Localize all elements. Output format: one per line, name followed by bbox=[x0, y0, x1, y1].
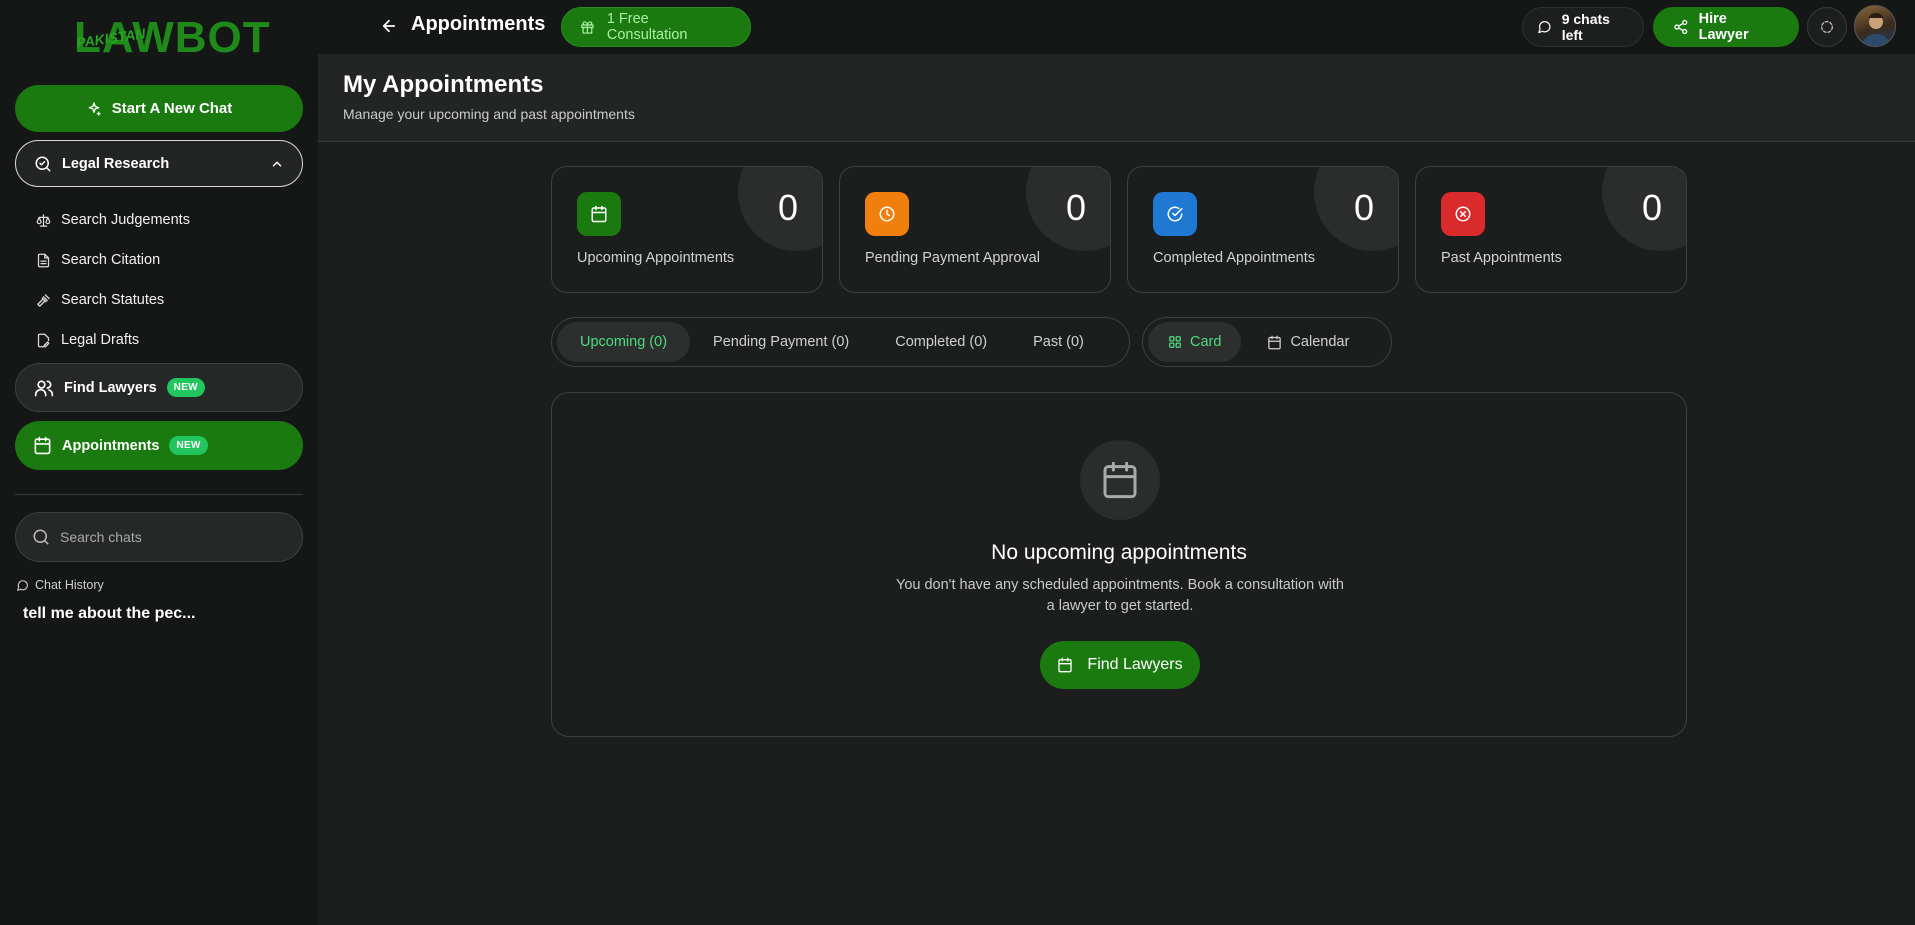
tab-completed[interactable]: Completed (0) bbox=[872, 322, 1010, 362]
clock-icon bbox=[879, 206, 895, 222]
user-avatar-icon bbox=[1861, 13, 1891, 46]
view-toggle: Card Calendar bbox=[1142, 317, 1392, 367]
sidebar-item-label: Search Citation bbox=[61, 252, 161, 268]
sidebar-item-label: Search Judgements bbox=[61, 212, 190, 228]
message-circle-icon bbox=[1538, 21, 1551, 34]
lawbot-logo[interactable]: LAWBOT PAKISTAN bbox=[74, 14, 270, 60]
stat-label: Completed Appointments bbox=[1153, 250, 1316, 266]
find-lawyers-button-label: Find Lawyers bbox=[1087, 656, 1183, 673]
sidebar-item-find-lawyers[interactable]: Find Lawyers NEW bbox=[15, 363, 303, 412]
stat-icon-box bbox=[1153, 192, 1197, 236]
stat-icon-box bbox=[865, 192, 909, 236]
calendar-icon bbox=[34, 436, 51, 455]
loader-icon bbox=[1821, 21, 1833, 33]
legal-research-submenu: Search Judgements Search Citation Search… bbox=[36, 200, 190, 360]
sidebar-item-label: Search Statutes bbox=[61, 292, 165, 308]
page-header: My Appointments Manage your upcoming and… bbox=[318, 54, 1915, 142]
legal-research-label: Legal Research bbox=[62, 155, 170, 172]
sparkle-icon bbox=[88, 101, 101, 116]
stat-card-upcoming: 0 Upcoming Appointments bbox=[551, 166, 823, 293]
new-badge: NEW bbox=[169, 436, 208, 455]
card-view-label: Card bbox=[1190, 334, 1222, 350]
calendar-view-button[interactable]: Calendar bbox=[1247, 322, 1369, 362]
stat-icon-box bbox=[1441, 192, 1485, 236]
empty-state-panel: No upcoming appointments You don't have … bbox=[551, 392, 1687, 737]
scale-icon bbox=[36, 213, 51, 227]
chat-history-item[interactable]: tell me about the pec... bbox=[23, 605, 195, 623]
find-lawyers-label: Find Lawyers bbox=[64, 379, 157, 396]
share-icon bbox=[1674, 19, 1688, 35]
message-circle-icon bbox=[17, 579, 28, 591]
free-consultation-button[interactable]: 1 Free Consultation bbox=[561, 7, 751, 47]
tab-pending-payment[interactable]: Pending Payment (0) bbox=[690, 322, 872, 362]
empty-state-title: No upcoming appointments bbox=[991, 541, 1247, 564]
stat-card-past: 0 Past Appointments bbox=[1415, 166, 1687, 293]
stat-card-pending-payment: 0 Pending Payment Approval bbox=[839, 166, 1111, 293]
stat-label: Past Appointments bbox=[1441, 250, 1562, 266]
appointments-label: Appointments bbox=[62, 437, 160, 454]
gavel-icon bbox=[37, 293, 50, 307]
find-lawyers-button[interactable]: Find Lawyers bbox=[1040, 641, 1200, 689]
avatar[interactable] bbox=[1854, 5, 1896, 47]
sidebar-divider bbox=[15, 494, 303, 495]
page-title: Appointments bbox=[411, 13, 546, 35]
new-badge: NEW bbox=[166, 378, 205, 397]
start-new-chat-label: Start A New Chat bbox=[111, 100, 233, 117]
stat-card-completed: 0 Completed Appointments bbox=[1127, 166, 1399, 293]
check-circle-icon bbox=[1167, 206, 1183, 222]
calendar-icon bbox=[1268, 335, 1282, 349]
document-icon bbox=[37, 253, 50, 267]
gift-icon bbox=[581, 20, 594, 34]
chat-history-heading: Chat History bbox=[16, 578, 104, 592]
tab-past[interactable]: Past (0) bbox=[1010, 322, 1107, 362]
sidebar-item-label: Legal Drafts bbox=[61, 332, 140, 348]
stats-row: 0 Upcoming Appointments 0 Pending Paymen… bbox=[551, 166, 1687, 293]
search-chats-input[interactable] bbox=[60, 529, 280, 545]
sidebar: LAWBOT PAKISTAN Start A New Chat Legal R… bbox=[0, 0, 318, 925]
card-view-button[interactable]: Card bbox=[1148, 322, 1242, 362]
sidebar-item-legal-drafts[interactable]: Legal Drafts bbox=[36, 320, 190, 360]
calendar-icon bbox=[591, 205, 607, 223]
stat-icon-box bbox=[577, 192, 621, 236]
tab-upcoming[interactable]: Upcoming (0) bbox=[557, 322, 691, 362]
start-new-chat-button[interactable]: Start A New Chat bbox=[15, 85, 303, 132]
search-icon bbox=[33, 529, 49, 545]
users-icon bbox=[34, 380, 54, 396]
app: LAWBOT PAKISTAN Start A New Chat Legal R… bbox=[0, 0, 1915, 925]
chats-left-badge[interactable]: 9 chats left bbox=[1522, 7, 1644, 47]
calendar-icon bbox=[1058, 657, 1073, 673]
arrow-left-icon[interactable] bbox=[380, 17, 398, 35]
calendar-view-label: Calendar bbox=[1290, 334, 1350, 350]
legal-research-toggle[interactable]: Legal Research bbox=[15, 140, 303, 187]
free-consultation-label: 1 Free Consultation bbox=[606, 11, 688, 43]
header-subtitle: Manage your upcoming and past appointmen… bbox=[343, 106, 635, 122]
sidebar-item-search-citation[interactable]: Search Citation bbox=[36, 240, 190, 280]
chevron-up-icon bbox=[272, 161, 282, 166]
chats-left-label: 9 chats left bbox=[1561, 11, 1610, 43]
empty-state-message: You don't have any scheduled appointment… bbox=[895, 577, 1344, 614]
stat-label: Pending Payment Approval bbox=[865, 250, 1040, 266]
stat-count: 0 bbox=[1641, 187, 1662, 228]
hire-lawyer-label: Hire Lawyer bbox=[1698, 11, 1749, 43]
appointment-tabs: Upcoming (0) Pending Payment (0) Complet… bbox=[551, 317, 1130, 367]
loading-indicator-button[interactable] bbox=[1807, 7, 1847, 47]
header-title: My Appointments bbox=[343, 71, 544, 98]
chat-history-label: Chat History bbox=[35, 578, 104, 592]
search-chats-box[interactable] bbox=[15, 512, 303, 562]
topbar: Appointments 1 Free Consultation 9 chats… bbox=[318, 0, 1915, 54]
edit-document-icon bbox=[37, 333, 50, 347]
stat-count: 0 bbox=[777, 187, 798, 228]
hire-lawyer-button[interactable]: Hire Lawyer bbox=[1653, 7, 1799, 47]
sidebar-item-appointments[interactable]: Appointments NEW bbox=[15, 421, 303, 470]
x-circle-icon bbox=[1455, 206, 1471, 222]
stat-count: 0 bbox=[1353, 187, 1374, 228]
calendar-icon bbox=[1103, 461, 1137, 499]
grid-icon bbox=[1169, 336, 1181, 348]
stat-label: Upcoming Appointments bbox=[577, 250, 735, 266]
sidebar-item-search-judgements[interactable]: Search Judgements bbox=[36, 200, 190, 240]
sidebar-item-search-statutes[interactable]: Search Statutes bbox=[36, 280, 190, 320]
stat-count: 0 bbox=[1065, 187, 1086, 228]
search-check-icon bbox=[35, 156, 51, 171]
empty-state-icon-circle bbox=[1080, 440, 1160, 520]
